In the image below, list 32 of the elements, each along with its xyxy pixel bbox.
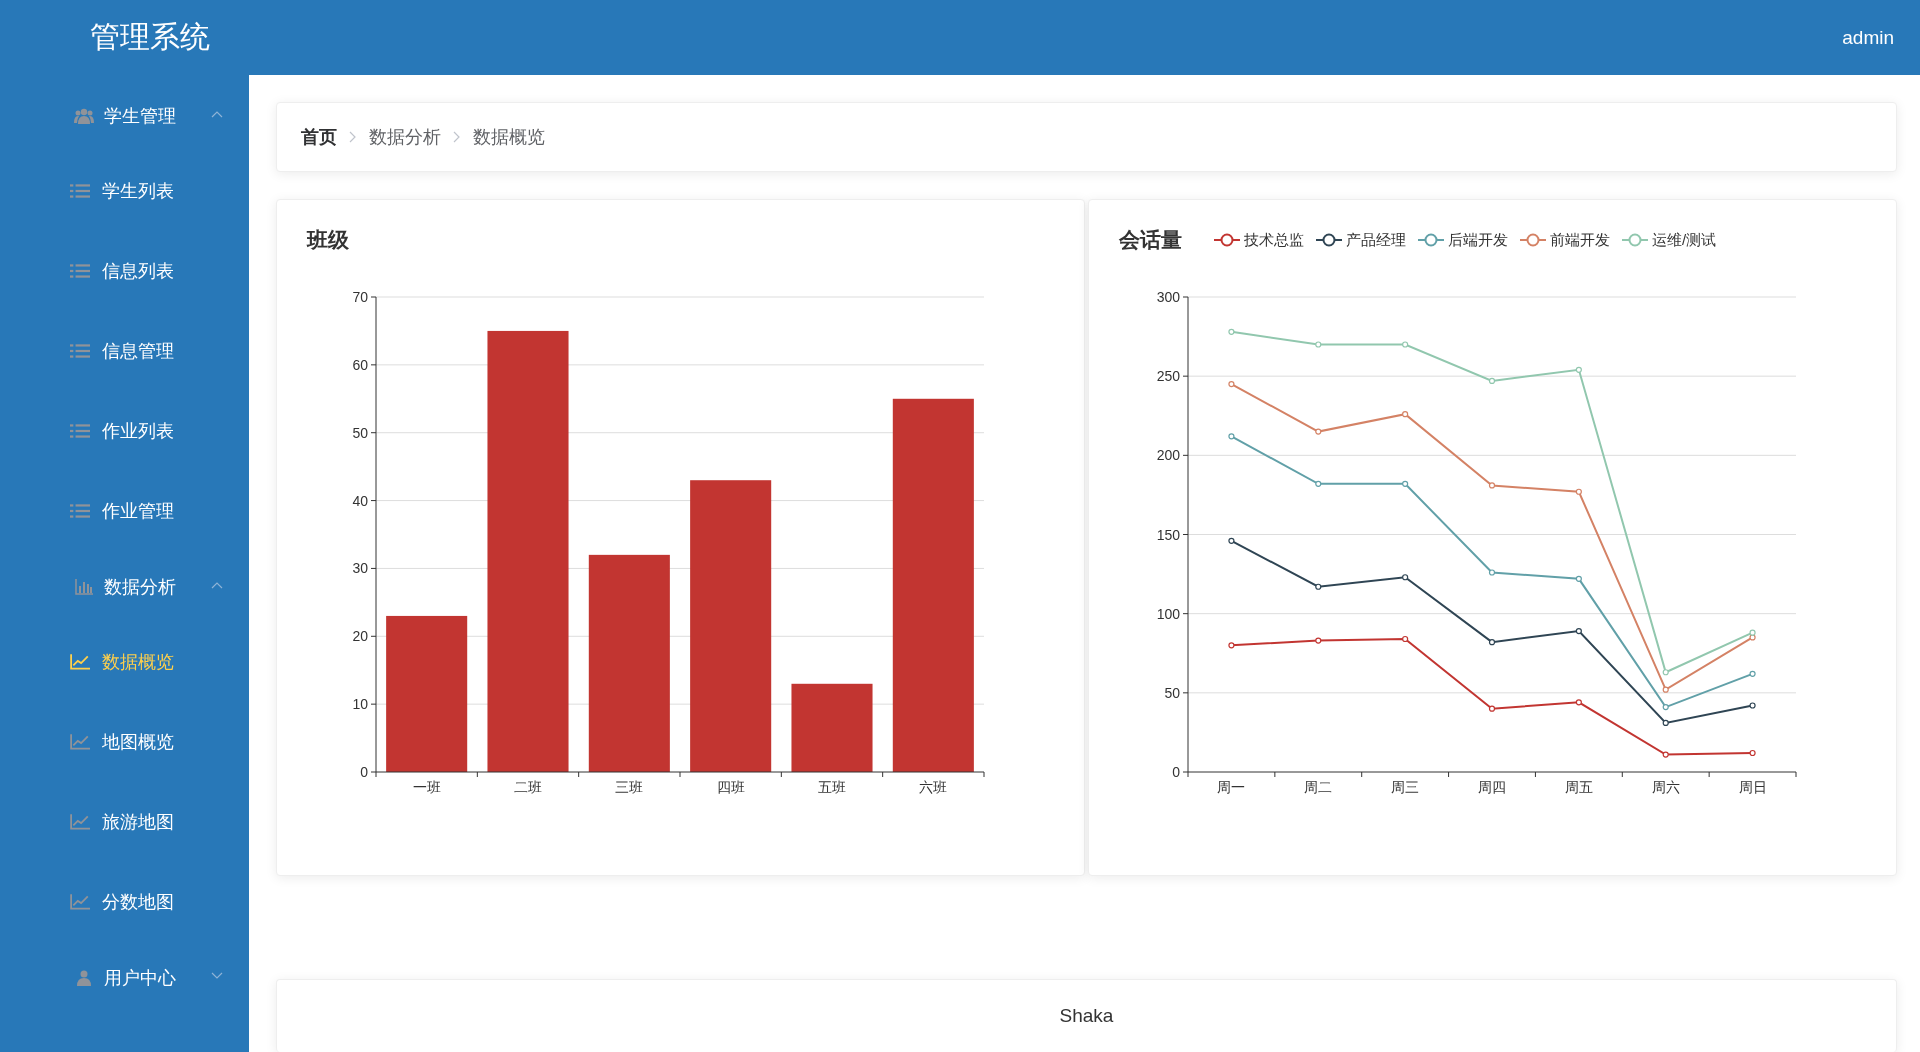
axis-label: 周四: [1478, 779, 1506, 795]
chart-title: 会话量: [1119, 227, 1182, 253]
axis-label: 0: [360, 764, 368, 780]
axis-label: 30: [352, 560, 368, 577]
axis-label: 六班: [919, 779, 948, 795]
footer-text: Shaka: [1059, 1005, 1114, 1027]
axis-label: 周五: [1564, 779, 1593, 795]
axis-label: 周日: [1738, 779, 1767, 795]
axis-label: 二班: [514, 779, 542, 795]
axis-label: 300: [1156, 289, 1180, 305]
axis-label: 100: [1156, 605, 1180, 622]
axis-label: 200: [1156, 447, 1180, 464]
axis-label: 四班: [716, 779, 745, 795]
axis-label: 0: [1172, 764, 1180, 780]
axis-label: 20: [352, 628, 368, 645]
axis-label: 周一: [1217, 779, 1246, 795]
axis-label: 60: [352, 356, 368, 373]
axis-label: 50: [1164, 684, 1180, 701]
axis-label: 周六: [1651, 779, 1680, 795]
axis-label: 250: [1156, 368, 1180, 385]
axis-label: 50: [352, 424, 368, 441]
axis-label: 150: [1156, 526, 1180, 543]
axis-label: 10: [352, 696, 368, 713]
axis-label: 三班: [615, 779, 644, 795]
axis-label: 70: [352, 289, 368, 305]
axis-label: 五班: [818, 779, 846, 795]
axis-label: 一班: [412, 779, 441, 795]
app-title: 管理系统: [89, 19, 211, 55]
axis-label: 40: [352, 492, 368, 509]
axis-label: 周三: [1391, 779, 1420, 795]
axis-label: 周二: [1304, 779, 1333, 795]
chart-title: 班级: [307, 227, 349, 253]
